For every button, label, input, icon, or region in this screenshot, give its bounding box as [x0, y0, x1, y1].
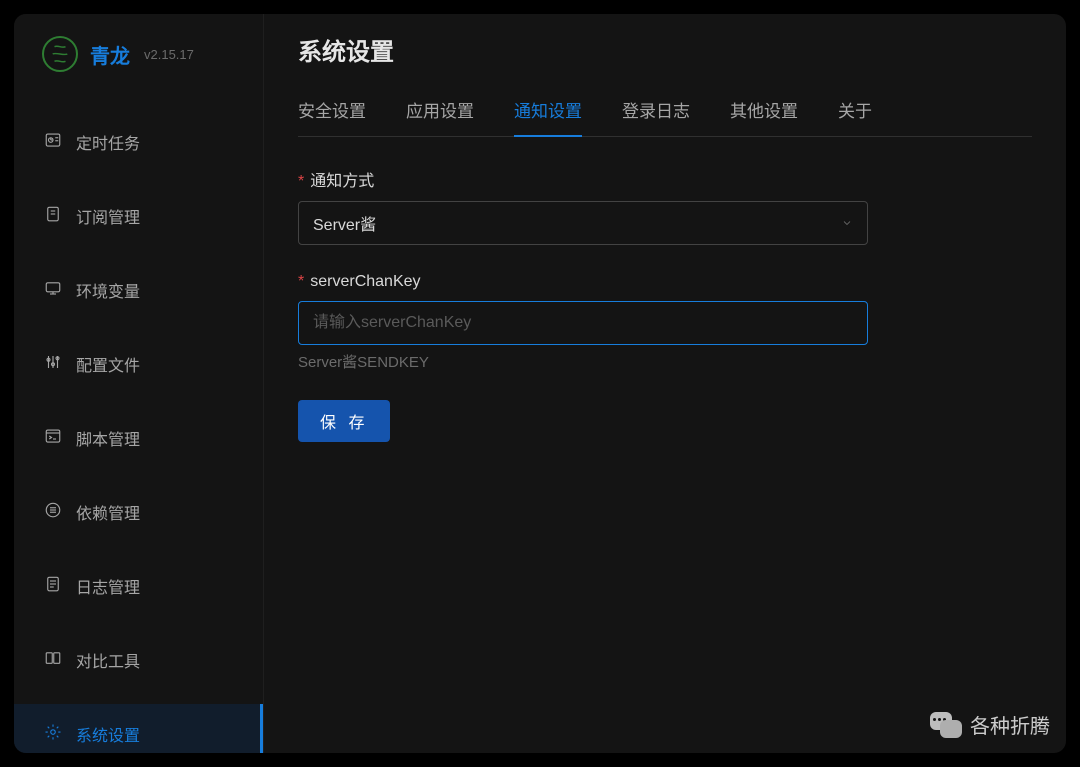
required-mark: * [298, 273, 304, 290]
field-notify-method: * 通知方式 Server酱 [298, 167, 868, 245]
sidebar: 青龙 v2.15.17 定时任务订阅管理环境变量配置文件脚本管理依赖管理日志管理… [14, 14, 264, 753]
tab-2[interactable]: 通知设置 [514, 87, 582, 136]
serverchankey-label: serverChanKey [310, 273, 420, 290]
tab-0[interactable]: 安全设置 [298, 87, 366, 136]
logo-area: 青龙 v2.15.17 [14, 14, 263, 94]
page-title: 系统设置 [298, 32, 1032, 67]
sidebar-item-7[interactable]: 对比工具 [14, 630, 263, 690]
serverchankey-help: Server酱SENDKEY [298, 351, 868, 372]
sidebar-item-label: 系统设置 [76, 722, 140, 746]
list-icon [44, 501, 62, 524]
sidebar-item-label: 脚本管理 [76, 426, 140, 450]
notify-method-label-row: * 通知方式 [298, 167, 868, 191]
sidebar-item-label: 订阅管理 [76, 204, 140, 228]
main-content: 系统设置 安全设置应用设置通知设置登录日志其他设置关于 * 通知方式 Server… [264, 14, 1066, 753]
watermark-label: 各种折腾 [970, 710, 1050, 739]
tab-4[interactable]: 其他设置 [730, 87, 798, 136]
sidebar-nav: 定时任务订阅管理环境变量配置文件脚本管理依赖管理日志管理对比工具系统设置 [14, 94, 263, 753]
sidebar-item-6[interactable]: 日志管理 [14, 556, 263, 616]
notify-method-label: 通知方式 [310, 173, 374, 190]
logo-icon [42, 36, 78, 72]
brand-name: 青龙 [90, 40, 130, 69]
sidebar-item-8[interactable]: 系统设置 [14, 704, 263, 753]
diff-icon [44, 649, 62, 672]
terminal-icon [44, 427, 62, 450]
tab-3[interactable]: 登录日志 [622, 87, 690, 136]
log-icon [44, 575, 62, 598]
clock-list-icon [44, 131, 62, 154]
subscribe-icon [44, 205, 62, 228]
field-serverchankey: * serverChanKey Server酱SENDKEY [298, 273, 868, 372]
chat-bubbles-icon [930, 712, 962, 738]
sidebar-item-label: 日志管理 [76, 574, 140, 598]
sidebar-item-label: 环境变量 [76, 278, 140, 302]
sidebar-item-3[interactable]: 配置文件 [14, 334, 263, 394]
tabs: 安全设置应用设置通知设置登录日志其他设置关于 [298, 87, 1032, 137]
brand-version: v2.15.17 [144, 47, 194, 62]
monitor-icon [44, 279, 62, 302]
sidebar-item-0[interactable]: 定时任务 [14, 112, 263, 172]
sliders-icon [44, 353, 62, 376]
sidebar-item-5[interactable]: 依赖管理 [14, 482, 263, 542]
sidebar-item-label: 配置文件 [76, 352, 140, 376]
notify-method-select[interactable]: Server酱 [298, 201, 868, 245]
sidebar-item-label: 对比工具 [76, 648, 140, 672]
tab-5[interactable]: 关于 [838, 87, 872, 136]
sidebar-item-4[interactable]: 脚本管理 [14, 408, 263, 468]
chevron-down-icon [841, 217, 853, 229]
notify-method-value: Server酱 [313, 211, 376, 235]
sidebar-item-1[interactable]: 订阅管理 [14, 186, 263, 246]
serverchankey-input[interactable] [298, 301, 868, 345]
save-button[interactable]: 保 存 [298, 400, 390, 442]
app-window: 青龙 v2.15.17 定时任务订阅管理环境变量配置文件脚本管理依赖管理日志管理… [14, 14, 1066, 753]
sidebar-item-2[interactable]: 环境变量 [14, 260, 263, 320]
watermark: 各种折腾 [930, 710, 1050, 739]
sidebar-item-label: 定时任务 [76, 130, 140, 154]
sidebar-item-label: 依赖管理 [76, 500, 140, 524]
required-mark: * [298, 173, 304, 190]
gear-icon [44, 723, 62, 746]
serverchankey-label-row: * serverChanKey [298, 273, 868, 291]
tab-1[interactable]: 应用设置 [406, 87, 474, 136]
